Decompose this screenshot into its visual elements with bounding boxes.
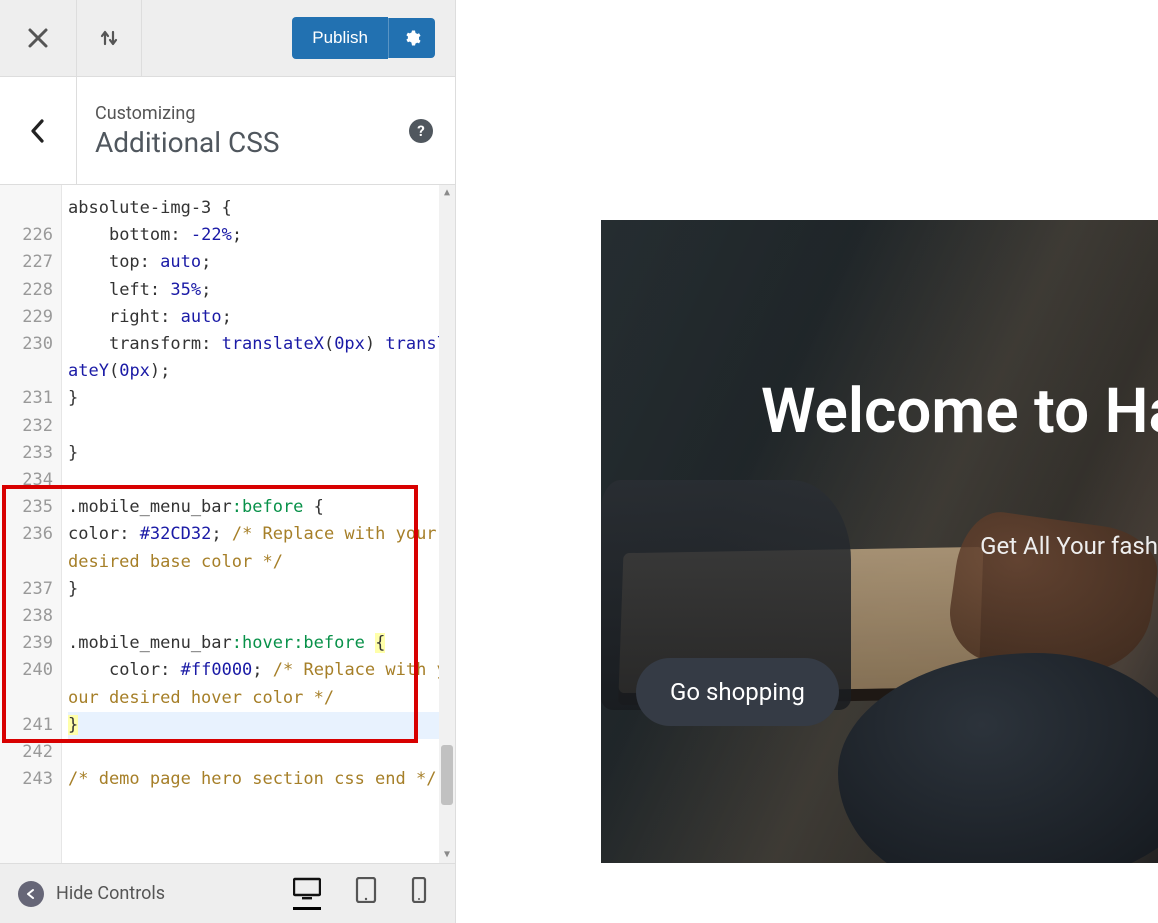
publish-settings-button[interactable]	[388, 18, 435, 58]
up-down-arrow-icon	[97, 26, 121, 50]
device-tablet-button[interactable]	[355, 877, 377, 910]
line-number: 231	[0, 385, 61, 412]
customizer-footer: Hide Controls	[0, 863, 455, 923]
css-editor[interactable]: 226 227 228 229 230 231 232 233 234 235 …	[0, 185, 455, 863]
editor-scrollbar[interactable]: ▲ ▼	[439, 185, 455, 863]
publish-button[interactable]: Publish	[292, 17, 388, 59]
code-lines[interactable]: absolute-img-3 { bottom: -22%; top: auto…	[68, 195, 449, 793]
line-number: 235	[0, 494, 61, 521]
line-number: 240	[0, 657, 61, 711]
line-number: 232	[0, 413, 61, 440]
line-number: 236	[0, 521, 61, 575]
chevron-left-icon	[29, 118, 47, 144]
close-button[interactable]	[0, 0, 77, 77]
line-number: 243	[0, 766, 61, 820]
line-number: 230	[0, 331, 61, 385]
scroll-up-arrow-icon[interactable]: ▲	[439, 185, 455, 201]
customizer-sidebar: Publish Customizing Additional CSS ? 226…	[0, 0, 456, 923]
device-mobile-button[interactable]	[411, 877, 427, 910]
line-number: 228	[0, 277, 61, 304]
line-number: 242	[0, 739, 61, 766]
hero-title: Welcome to Ha	[761, 375, 1158, 448]
close-icon	[27, 27, 49, 49]
line-number: 226	[0, 222, 61, 249]
hero-subtitle: Get All Your fash	[980, 532, 1158, 560]
device-preview-buttons	[293, 877, 437, 910]
line-number: 237	[0, 576, 61, 603]
code-area[interactable]: absolute-img-3 { bottom: -22%; top: auto…	[62, 185, 455, 863]
panel-subtitle: Customizing	[95, 103, 391, 124]
hide-controls-button[interactable]: Hide Controls	[18, 881, 165, 907]
customizer-topbar: Publish	[0, 0, 455, 77]
line-number: 238	[0, 603, 61, 630]
device-desktop-button[interactable]	[293, 877, 321, 910]
line-number: 229	[0, 304, 61, 331]
collapse-left-icon	[25, 888, 37, 900]
help-button[interactable]: ?	[409, 119, 433, 143]
panel-title: Additional CSS	[95, 126, 391, 159]
gear-icon	[403, 29, 421, 47]
scroll-down-arrow-icon[interactable]: ▼	[439, 847, 455, 863]
desktop-icon	[293, 877, 321, 901]
line-number: 241	[0, 712, 61, 739]
scroll-thumb[interactable]	[441, 745, 453, 805]
panel-header: Customizing Additional CSS ?	[0, 77, 455, 185]
help-icon: ?	[417, 122, 424, 140]
line-number: 234	[0, 467, 61, 494]
hero-section: Welcome to Ha Get All Your fash Go shopp…	[601, 220, 1158, 863]
arrange-button[interactable]	[77, 0, 142, 77]
tablet-icon	[355, 877, 377, 903]
line-number: 233	[0, 440, 61, 467]
mobile-icon	[411, 877, 427, 903]
line-number	[0, 195, 61, 222]
hide-controls-label: Hide Controls	[56, 883, 165, 904]
site-preview[interactable]: Welcome to Ha Get All Your fash Go shopp…	[456, 0, 1158, 923]
line-number: 227	[0, 249, 61, 276]
line-number: 239	[0, 630, 61, 657]
line-number-gutter: 226 227 228 229 230 231 232 233 234 235 …	[0, 185, 62, 863]
hero-cta-button[interactable]: Go shopping	[636, 658, 839, 726]
back-button[interactable]	[0, 77, 77, 185]
